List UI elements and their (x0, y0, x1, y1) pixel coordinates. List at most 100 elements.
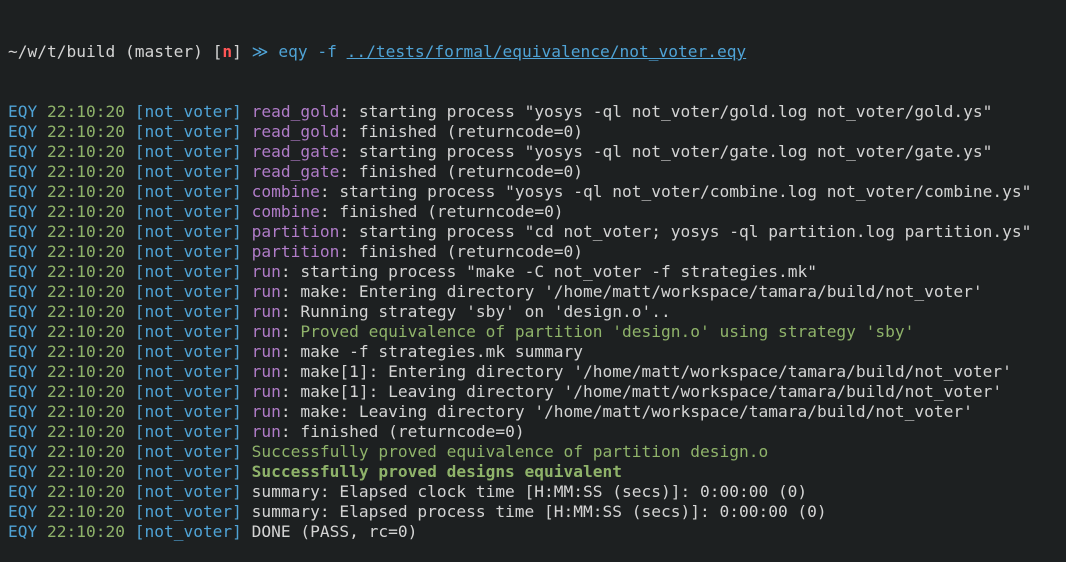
log-tool: EQY (8, 482, 38, 501)
log-tool: EQY (8, 302, 38, 321)
log-line: EQY 22:10:20 [not_voter] summary: Elapse… (8, 482, 1066, 502)
log-job: [not_voter] (134, 222, 242, 241)
log-timestamp: 22:10:20 (47, 422, 125, 441)
terminal-window[interactable]: ~/w/t/build (master) [n] ≫ eqy -f ../tes… (0, 0, 1066, 562)
log-timestamp: 22:10:20 (47, 342, 125, 361)
log-message: make -f strategies.mk summary (300, 342, 584, 361)
log-line: EQY 22:10:20 [not_voter] combine: starti… (8, 182, 1032, 201)
log-line: EQY 22:10:20 [not_voter] run: finished (… (8, 422, 525, 441)
log-line: EQY 22:10:20 [not_voter] run: make: Leav… (8, 402, 973, 421)
log-task: run (251, 342, 281, 361)
log-job: [not_voter] (134, 442, 242, 461)
log-tool: EQY (8, 442, 38, 461)
log-tool: EQY (8, 502, 38, 521)
prompt-git-branch: (master) (124, 42, 203, 61)
log-task: combine (251, 182, 320, 201)
log-line: EQY 22:10:20 [not_voter] run: make[1]: E… (8, 362, 1012, 381)
log-timestamp: 22:10:20 (47, 462, 125, 481)
log-message: make: Leaving directory '/home/matt/work… (300, 402, 973, 421)
log-timestamp: 22:10:20 (47, 222, 125, 241)
log-job: [not_voter] (134, 182, 242, 201)
log-job: [not_voter] (134, 422, 242, 441)
log-job: [not_voter] (134, 202, 242, 221)
log-timestamp: 22:10:20 (47, 122, 125, 141)
log-tool: EQY (8, 362, 38, 381)
log-timestamp: 22:10:20 (47, 362, 125, 381)
log-timestamp: 22:10:20 (47, 382, 125, 401)
log-message: finished (returncode=0) (358, 122, 584, 141)
log-timestamp: 22:10:20 (47, 522, 125, 541)
log-message: Successfully proved designs equivalent (251, 462, 623, 481)
log-job: [not_voter] (134, 302, 242, 321)
log-task: run (251, 282, 281, 301)
log-task: run (251, 422, 281, 441)
log-tool: EQY (8, 342, 38, 361)
log-timestamp: 22:10:20 (47, 162, 125, 181)
log-line: EQY 22:10:20 [not_voter] run: Proved equ… (8, 322, 915, 341)
prompt-file-link[interactable]: ../tests/formal/equivalence/not_voter.eq… (347, 42, 747, 61)
log-job: [not_voter] (134, 282, 242, 301)
log-job: [not_voter] (134, 122, 242, 141)
log-tool: EQY (8, 422, 38, 441)
log-timestamp: 22:10:20 (47, 482, 125, 501)
log-line: EQY 22:10:20 [not_voter] run: make: Ente… (8, 282, 983, 301)
prompt-directory: ~/w/t/build (8, 42, 116, 61)
log-timestamp: 22:10:20 (47, 202, 125, 221)
log-message: starting process "yosys -ql not_voter/co… (339, 182, 1032, 201)
log-line: EQY 22:10:20 [not_voter] partition: fini… (8, 242, 584, 261)
log-message: Proved equivalence of partition 'design.… (300, 322, 915, 341)
log-tool: EQY (8, 522, 38, 541)
log-timestamp: 22:10:20 (47, 402, 125, 421)
log-task: read_gate (251, 142, 340, 161)
log-job: [not_voter] (134, 162, 242, 181)
log-timestamp: 22:10:20 (47, 262, 125, 281)
log-task: partition (251, 242, 340, 261)
log-line: EQY 22:10:20 [not_voter] run: starting p… (8, 262, 817, 281)
log-tool: EQY (8, 382, 38, 401)
log-timestamp: 22:10:20 (47, 102, 125, 121)
log-line: EQY 22:10:20 [not_voter] Successfully pr… (8, 462, 1066, 482)
log-job: [not_voter] (134, 502, 242, 521)
log-task: combine (251, 202, 320, 221)
log-message: DONE (PASS, rc=0) (251, 522, 418, 541)
log-line: EQY 22:10:20 [not_voter] run: make[1]: L… (8, 382, 1003, 401)
log-job: [not_voter] (134, 482, 242, 501)
log-output: EQY 22:10:20 [not_voter] read_gold: star… (8, 102, 1066, 542)
log-tool: EQY (8, 322, 38, 341)
log-tool: EQY (8, 202, 38, 221)
log-message: Running strategy 'sby' on 'design.o'.. (300, 302, 671, 321)
log-message: summary: Elapsed process time [H:MM:SS (… (251, 502, 827, 521)
log-task: run (251, 402, 281, 421)
log-timestamp: 22:10:20 (47, 282, 125, 301)
log-message: finished (returncode=0) (339, 202, 564, 221)
log-line: EQY 22:10:20 [not_voter] DONE (PASS, rc=… (8, 522, 1066, 542)
log-message: finished (returncode=0) (300, 422, 525, 441)
log-task: read_gold (251, 102, 340, 121)
log-message: finished (returncode=0) (358, 242, 584, 261)
log-job: [not_voter] (134, 402, 242, 421)
log-task: read_gold (251, 122, 340, 141)
log-message: starting process "yosys -ql not_voter/go… (358, 102, 993, 121)
log-job: [not_voter] (134, 142, 242, 161)
log-line: EQY 22:10:20 [not_voter] summary: Elapse… (8, 502, 1066, 522)
prompt-command: eqy -f (278, 42, 337, 61)
log-line: EQY 22:10:20 [not_voter] read_gate: star… (8, 142, 993, 161)
log-message: starting process "yosys -ql not_voter/ga… (358, 142, 993, 161)
log-tool: EQY (8, 262, 38, 281)
log-message: starting process "cd not_voter; yosys -q… (358, 222, 1032, 241)
log-task: run (251, 362, 281, 381)
log-tool: EQY (8, 122, 38, 141)
log-job: [not_voter] (134, 102, 242, 121)
log-job: [not_voter] (134, 362, 242, 381)
log-line: EQY 22:10:20 [not_voter] partition: star… (8, 222, 1032, 241)
log-task: partition (251, 222, 340, 241)
prompt-line: ~/w/t/build (master) [n] ≫ eqy -f ../tes… (8, 42, 1066, 62)
prompt-arrow-icon: ≫ (251, 42, 269, 61)
log-message: starting process "make -C not_voter -f s… (300, 262, 817, 281)
log-task: read_gate (251, 162, 340, 181)
log-timestamp: 22:10:20 (47, 502, 125, 521)
log-timestamp: 22:10:20 (47, 322, 125, 341)
log-tool: EQY (8, 242, 38, 261)
log-timestamp: 22:10:20 (47, 142, 125, 161)
log-line: EQY 22:10:20 [not_voter] run: Running st… (8, 302, 671, 321)
